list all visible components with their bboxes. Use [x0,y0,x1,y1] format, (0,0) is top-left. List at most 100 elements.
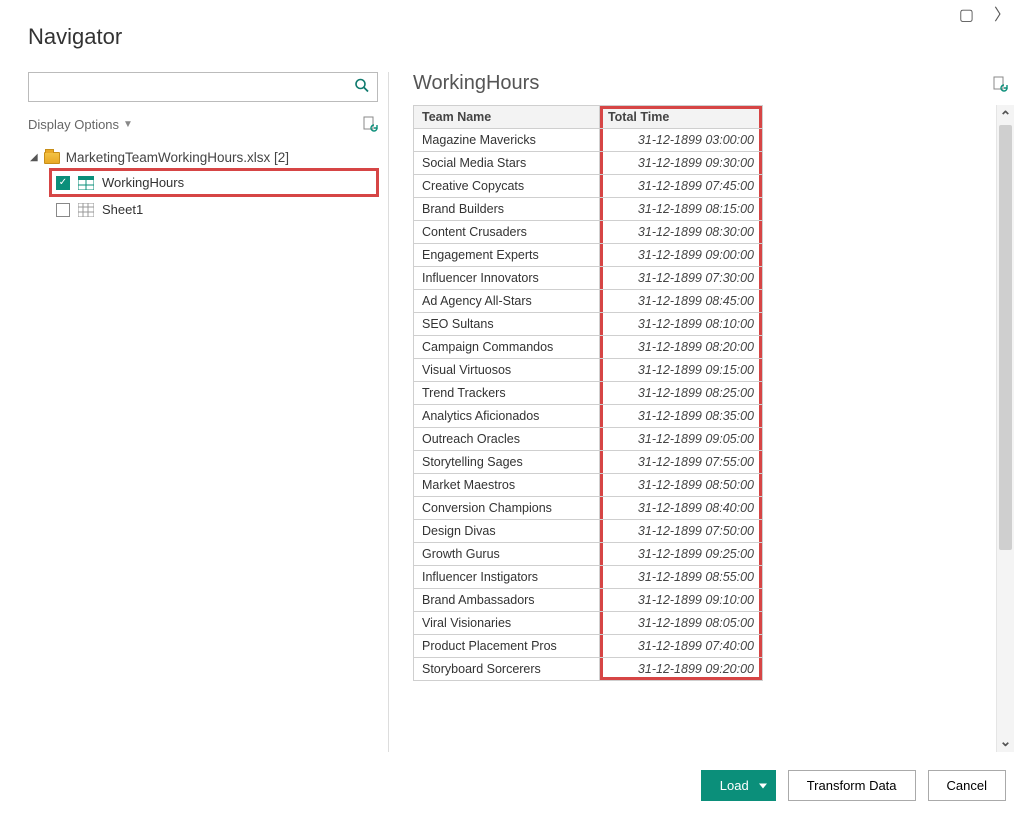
cell-team-name: Creative Copycats [414,175,600,198]
scrollbar-thumb[interactable] [999,125,1012,550]
cell-team-name: Market Maestros [414,474,600,497]
table-row[interactable]: Social Media Stars31-12-1899 09:30:00 [414,152,763,175]
cell-team-name: Conversion Champions [414,497,600,520]
table-icon [78,176,94,190]
cell-total-time: 31-12-1899 09:30:00 [599,152,762,175]
table-row[interactable]: Design Divas31-12-1899 07:50:00 [414,520,763,543]
table-row[interactable]: Trend Trackers31-12-1899 08:25:00 [414,382,763,405]
cell-team-name: Storytelling Sages [414,451,600,474]
scroll-up-icon[interactable]: ⌃ [1000,107,1012,125]
table-row[interactable]: Content Crusaders31-12-1899 08:30:00 [414,221,763,244]
cell-team-name: Social Media Stars [414,152,600,175]
table-row[interactable]: Outreach Oracles31-12-1899 09:05:00 [414,428,763,451]
table-row[interactable]: Storytelling Sages31-12-1899 07:55:00 [414,451,763,474]
cell-total-time: 31-12-1899 09:20:00 [599,658,762,681]
cell-total-time: 31-12-1899 08:55:00 [599,566,762,589]
chevron-down-icon: ▼ [123,119,133,130]
tree-file-node[interactable]: ◢ MarketingTeamWorkingHours.xlsx [2] [28,146,378,169]
maximize-icon[interactable]: ▢ [959,8,974,24]
tree-item-label: WorkingHours [102,175,184,190]
cell-total-time: 31-12-1899 08:40:00 [599,497,762,520]
cell-total-time: 31-12-1899 08:30:00 [599,221,762,244]
cell-team-name: Engagement Experts [414,244,600,267]
cell-team-name: Visual Virtuosos [414,359,600,382]
preview-title: WorkingHours [413,72,539,95]
cell-total-time: 31-12-1899 09:00:00 [599,244,762,267]
cell-total-time: 31-12-1899 07:55:00 [599,451,762,474]
cell-total-time: 31-12-1899 09:05:00 [599,428,762,451]
cell-team-name: Storyboard Sorcerers [414,658,600,681]
chevron-down-icon: ◢ [30,152,38,163]
table-row[interactable]: Product Placement Pros31-12-1899 07:40:0… [414,635,763,658]
tree-item-sheet1[interactable]: Sheet1 [50,196,378,223]
table-row[interactable]: Growth Gurus31-12-1899 09:25:00 [414,543,763,566]
column-header[interactable]: Total Time [599,106,762,129]
cell-total-time: 31-12-1899 07:40:00 [599,635,762,658]
cell-team-name: Trend Trackers [414,382,600,405]
cell-total-time: 31-12-1899 08:15:00 [599,198,762,221]
cell-team-name: Outreach Oracles [414,428,600,451]
display-options-label: Display Options [28,117,119,132]
checkbox[interactable]: ✓ [56,176,70,190]
cell-total-time: 31-12-1899 08:35:00 [599,405,762,428]
cell-team-name: Ad Agency All-Stars [414,290,600,313]
cell-total-time: 31-12-1899 08:10:00 [599,313,762,336]
cell-team-name: Design Divas [414,520,600,543]
cell-total-time: 31-12-1899 08:25:00 [599,382,762,405]
load-button[interactable]: Load [701,770,776,801]
cell-team-name: Magazine Mavericks [414,129,600,152]
table-row[interactable]: Creative Copycats31-12-1899 07:45:00 [414,175,763,198]
cell-team-name: Brand Ambassadors [414,589,600,612]
table-row[interactable]: Brand Ambassadors31-12-1899 09:10:00 [414,589,763,612]
scroll-down-icon[interactable]: ⌄ [1000,732,1012,750]
table-row[interactable]: Influencer Innovators31-12-1899 07:30:00 [414,267,763,290]
cell-team-name: Campaign Commandos [414,336,600,359]
checkbox[interactable] [56,203,70,217]
close-icon[interactable]: 〉 [994,8,1010,24]
table-row[interactable]: Influencer Instigators31-12-1899 08:55:0… [414,566,763,589]
cell-team-name: Viral Visionaries [414,612,600,635]
cell-total-time: 31-12-1899 08:45:00 [599,290,762,313]
transform-data-button[interactable]: Transform Data [788,770,916,801]
vertical-scrollbar[interactable]: ⌃ ⌄ [996,105,1014,752]
search-icon[interactable] [354,78,370,97]
preview-table: Team NameTotal Time Magazine Mavericks31… [413,105,763,681]
page-title: Navigator [28,24,1014,50]
cell-team-name: Content Crusaders [414,221,600,244]
display-options-button[interactable]: Display Options ▼ [28,117,133,132]
cell-team-name: Influencer Innovators [414,267,600,290]
cancel-button[interactable]: Cancel [928,770,1006,801]
cell-total-time: 31-12-1899 07:30:00 [599,267,762,290]
table-row[interactable]: Campaign Commandos31-12-1899 08:20:00 [414,336,763,359]
cell-total-time: 31-12-1899 08:50:00 [599,474,762,497]
table-row[interactable]: Brand Builders31-12-1899 08:15:00 [414,198,763,221]
cell-team-name: Influencer Instigators [414,566,600,589]
folder-icon [44,152,60,164]
refresh-preview-icon[interactable] [992,76,1008,92]
table-row[interactable]: Engagement Experts31-12-1899 09:00:00 [414,244,763,267]
table-row[interactable]: Magazine Mavericks31-12-1899 03:00:00 [414,129,763,152]
table-row[interactable]: Storyboard Sorcerers31-12-1899 09:20:00 [414,658,763,681]
tree-item-workinghours[interactable]: ✓ WorkingHours [50,169,378,196]
preview-panel: WorkingHours Team NameTotal Time Magazin… [399,72,1014,752]
table-row[interactable]: Analytics Aficionados31-12-1899 08:35:00 [414,405,763,428]
cell-total-time: 31-12-1899 07:50:00 [599,520,762,543]
cell-total-time: 31-12-1899 08:05:00 [599,612,762,635]
tree-file-label: MarketingTeamWorkingHours.xlsx [2] [66,150,289,165]
table-row[interactable]: Market Maestros31-12-1899 08:50:00 [414,474,763,497]
cell-total-time: 31-12-1899 09:15:00 [599,359,762,382]
cell-team-name: Brand Builders [414,198,600,221]
refresh-icon[interactable] [362,116,378,132]
table-row[interactable]: Viral Visionaries31-12-1899 08:05:00 [414,612,763,635]
cell-team-name: Growth Gurus [414,543,600,566]
navigator-panel: Display Options ▼ ◢ MarketingTeamWorking… [28,72,388,752]
cell-total-time: 31-12-1899 03:00:00 [599,129,762,152]
table-row[interactable]: SEO Sultans31-12-1899 08:10:00 [414,313,763,336]
table-row[interactable]: Visual Virtuosos31-12-1899 09:15:00 [414,359,763,382]
column-header[interactable]: Team Name [414,106,600,129]
table-row[interactable]: Ad Agency All-Stars31-12-1899 08:45:00 [414,290,763,313]
cell-team-name: Product Placement Pros [414,635,600,658]
cell-total-time: 31-12-1899 09:25:00 [599,543,762,566]
table-row[interactable]: Conversion Champions31-12-1899 08:40:00 [414,497,763,520]
search-input[interactable] [28,72,378,102]
